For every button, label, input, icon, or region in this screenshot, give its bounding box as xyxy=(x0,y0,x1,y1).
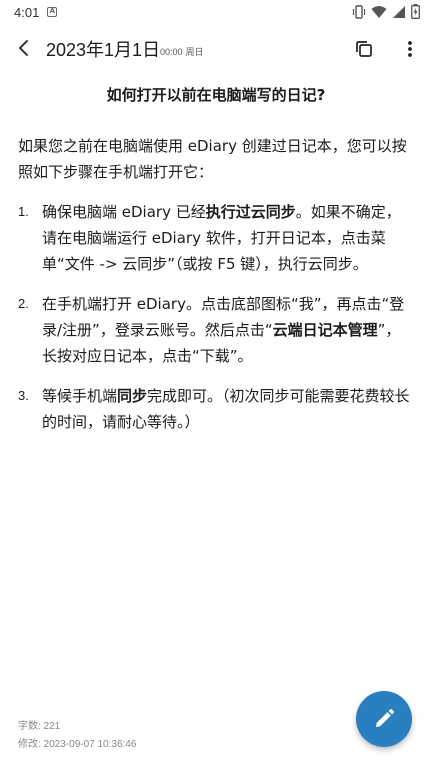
entry-date[interactable]: 2023年1月1日 xyxy=(46,36,160,62)
wifi-icon xyxy=(371,5,387,18)
note-content[interactable]: 如果您之前在电脑端使用 eDiary 创建过日记本，您可以按照如下步骤在手机端打… xyxy=(18,133,414,449)
step-text: 等候手机端 xyxy=(42,387,118,405)
more-options-button[interactable] xyxy=(398,37,422,61)
step-number: 2. xyxy=(18,296,29,311)
step-number: 3. xyxy=(18,388,29,403)
status-time: 4:01 xyxy=(14,4,40,20)
more-vert-icon xyxy=(408,41,412,57)
copy-icon xyxy=(356,41,372,57)
chevron-left-icon xyxy=(19,40,28,56)
back-button[interactable] xyxy=(12,36,36,60)
vibrate-icon xyxy=(352,4,366,19)
note-intro: 如果您之前在电脑端使用 eDiary 创建过日记本，您可以按照如下步骤在手机端打… xyxy=(18,137,407,181)
status-bar: 4:01 A xyxy=(0,0,432,24)
entry-weekday: 周日 xyxy=(185,47,204,57)
step-bold-text: 同步 xyxy=(117,387,148,405)
list-item: 2. 在手机端打开 eDiary。点击底部图标“我”，再点击“登录/注册”，登录… xyxy=(18,291,414,369)
word-count: 字数: 221 xyxy=(18,721,61,732)
step-bold-text: 云端日记本管理 xyxy=(272,321,378,339)
app-bar: 2023年1月1日 00:00 周日 xyxy=(0,28,432,68)
step-text: 确保电脑端 eDiary 已经 xyxy=(42,203,206,221)
step-number: 1. xyxy=(18,204,29,219)
step-bold-text: 执行过云同步 xyxy=(205,203,296,221)
entry-time: 00:00 xyxy=(160,47,183,57)
status-icons xyxy=(352,4,420,19)
a-notification-icon: A xyxy=(47,7,58,17)
list-item: 1. 确保电脑端 eDiary 已经执行过云同步。如果不确定，请在电脑端运行 e… xyxy=(18,199,414,277)
modified-time: 修改: 2023-09-07 10:36:46 xyxy=(18,739,137,750)
pencil-icon xyxy=(376,709,394,727)
signal-icon xyxy=(393,5,405,18)
note-meta: 字数: 221 修改: 2023-09-07 10:36:46 xyxy=(18,718,136,754)
battery-charging-icon xyxy=(411,4,420,19)
edit-fab-button[interactable] xyxy=(356,691,412,747)
list-item: 3. 等候手机端同步完成即可。（初次同步可能需要花费较长的时间，请耐心等待。） xyxy=(18,383,414,435)
copy-button[interactable] xyxy=(352,37,376,61)
steps-list: 1. 确保电脑端 eDiary 已经执行过云同步。如果不确定，请在电脑端运行 e… xyxy=(18,199,414,435)
entry-time-weekday: 00:00 周日 xyxy=(160,45,204,58)
note-title: 如何打开以前在电脑端写的日记? xyxy=(106,86,326,104)
